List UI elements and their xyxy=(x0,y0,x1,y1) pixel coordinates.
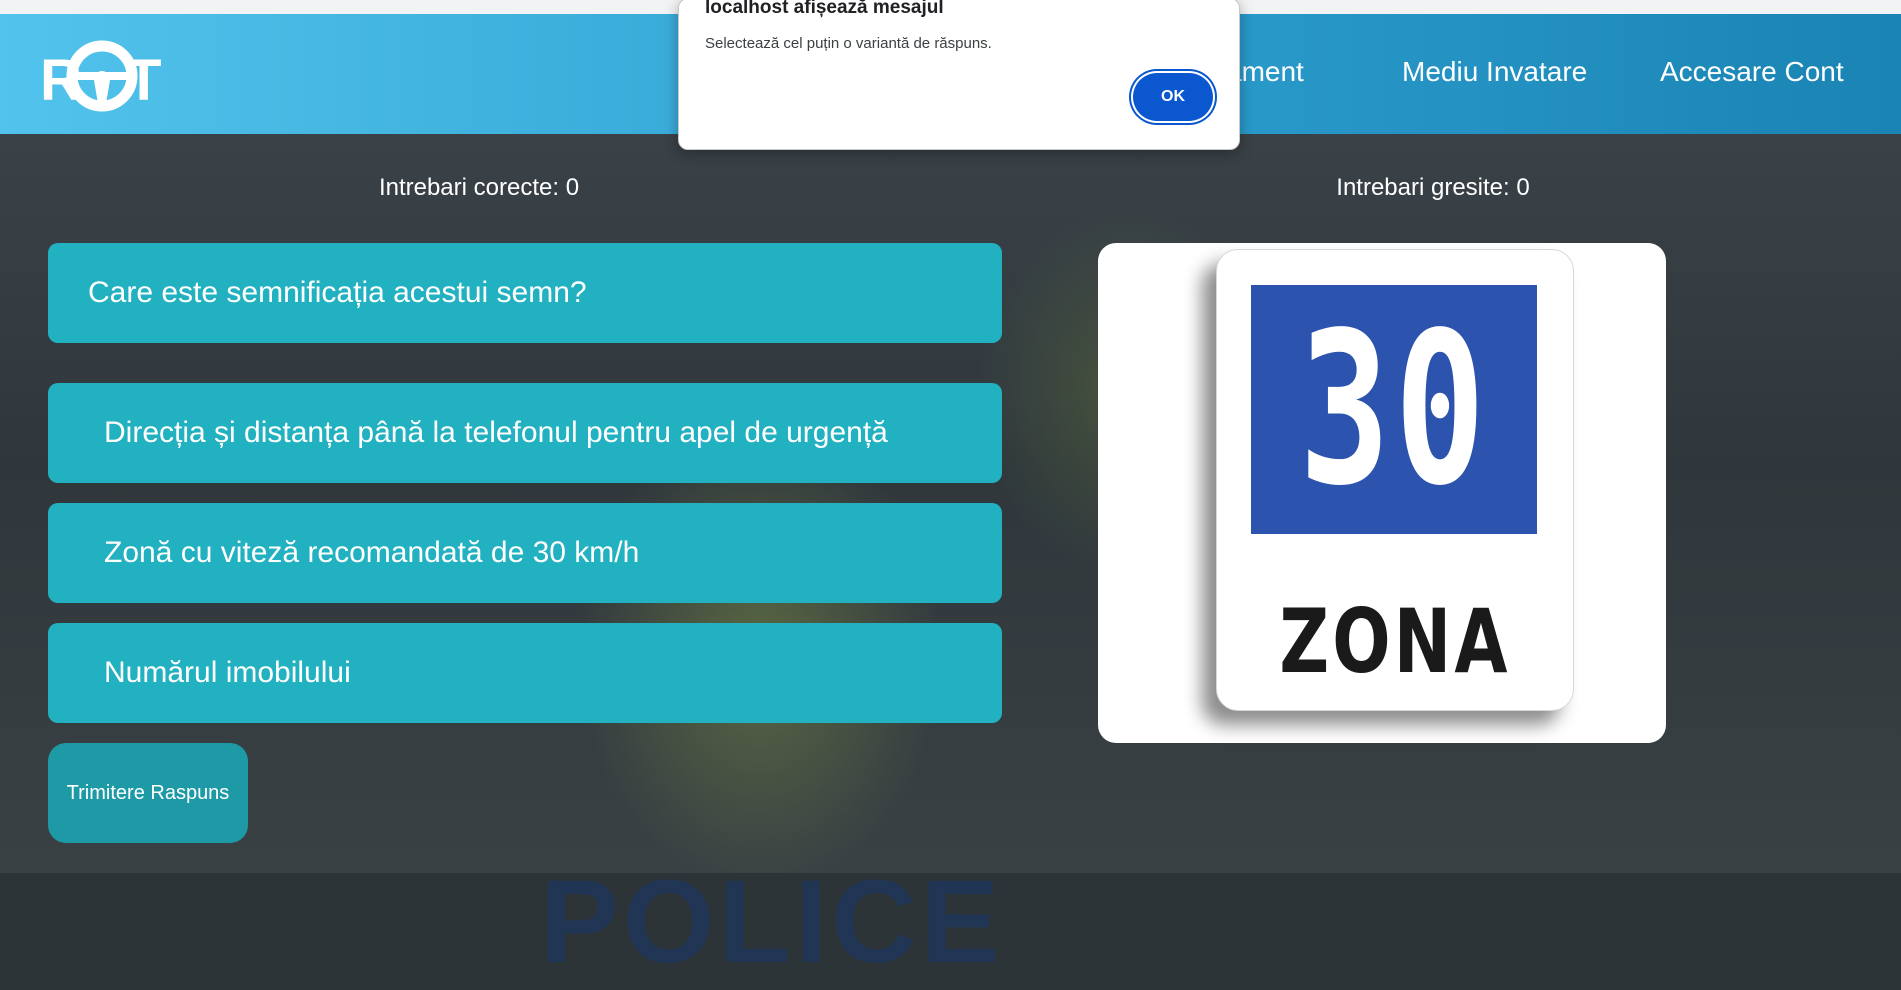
sign-blue-panel: 30 xyxy=(1251,285,1537,534)
background-police-text: POLICE xyxy=(540,856,1004,988)
sign-number: 30 xyxy=(1298,286,1490,532)
nav-item-accesare-cont[interactable]: Accesare Cont xyxy=(1660,56,1844,88)
question-box: Care este semnificația acestui semn? xyxy=(48,243,1002,343)
correct-count: Intrebari corecte: 0 xyxy=(378,174,580,201)
alert-dialog: localhost afișează mesajul Selectează ce… xyxy=(678,0,1240,150)
dialog-ok-button[interactable]: OK xyxy=(1133,73,1213,121)
answer-label: Direcția și distanța până la telefonul p… xyxy=(104,416,888,449)
logo[interactable]: R T xyxy=(40,38,170,114)
sign-image-card: 30 ZONA xyxy=(1098,243,1666,743)
submit-answer-button[interactable]: Trimitere Raspuns xyxy=(48,743,248,843)
sign-zone-text: ZONA xyxy=(1279,590,1511,693)
answer-label: Zonă cu viteză recomandată de 30 km/h xyxy=(104,536,640,569)
answer-option-3[interactable]: Numărul imobilului xyxy=(48,623,1002,723)
dialog-message: Selectează cel puțin o variantă de răspu… xyxy=(705,35,992,52)
nav-item-mediu-invatare[interactable]: Mediu Invatare xyxy=(1402,56,1587,88)
answer-option-2[interactable]: Zonă cu viteză recomandată de 30 km/h xyxy=(48,503,1002,603)
answer-label: Numărul imobilului xyxy=(104,656,351,689)
traffic-sign: 30 ZONA xyxy=(1216,249,1574,711)
wrong-count: Intrebari gresite: 0 xyxy=(1336,174,1530,201)
dialog-title: localhost afișează mesajul xyxy=(705,0,944,18)
answer-option-1[interactable]: Direcția și distanța până la telefonul p… xyxy=(48,383,1002,483)
svg-text:T: T xyxy=(126,48,161,113)
question-text: Care este semnificația acestui semn? xyxy=(88,276,587,309)
